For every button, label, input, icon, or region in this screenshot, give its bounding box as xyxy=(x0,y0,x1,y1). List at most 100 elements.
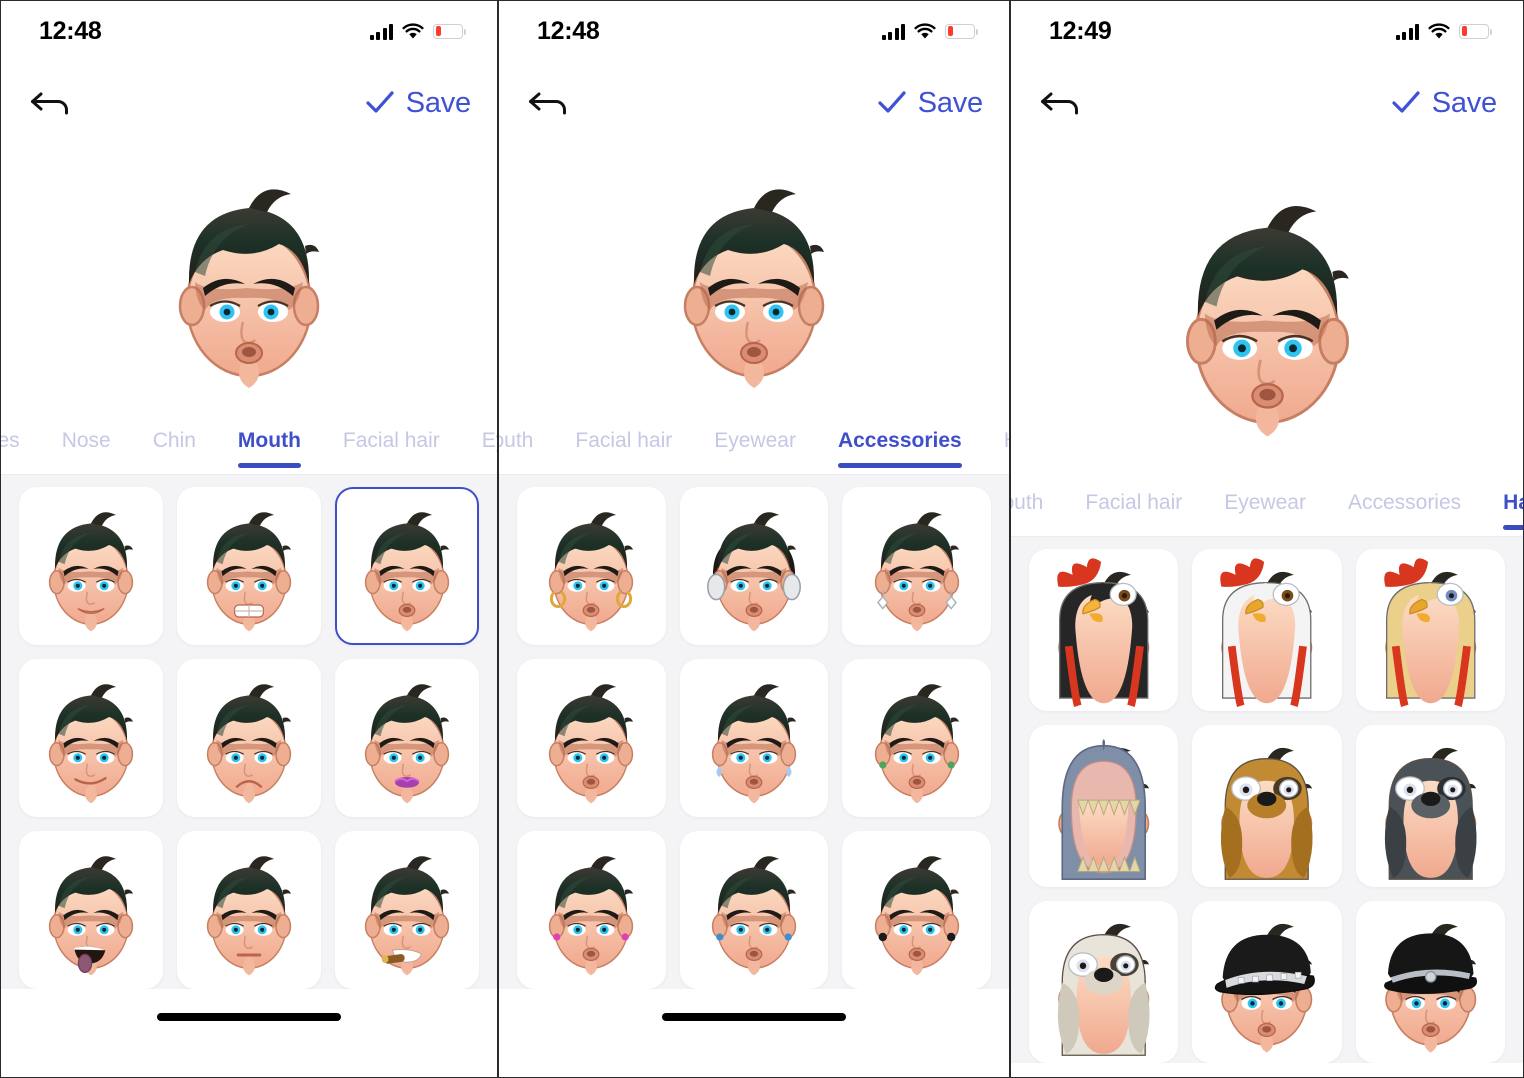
cellular-bars-icon xyxy=(369,23,393,40)
nav-bar: Save xyxy=(499,61,1009,145)
phone-screen-hat: 12:49 Save uth Facial hair Eyewear Acces… xyxy=(1010,0,1524,1078)
mouth-neutral[interactable] xyxy=(177,831,321,989)
tab-facial-hair[interactable]: Facial hair xyxy=(1085,475,1182,536)
tab-facial-hair[interactable]: Facial hair xyxy=(343,413,440,474)
hat-black-studded-cap[interactable] xyxy=(1192,901,1342,1063)
back-button[interactable] xyxy=(1033,79,1089,127)
mouth-smirk[interactable] xyxy=(19,659,163,817)
status-icons xyxy=(369,23,466,40)
mouth-frown[interactable] xyxy=(177,659,321,817)
accessory-blue-teardrop-earrings[interactable] xyxy=(679,659,829,817)
tab-mouth[interactable]: Mouth xyxy=(237,413,301,474)
save-button[interactable]: Save xyxy=(1391,87,1497,120)
accessory-gold-hoop-earrings[interactable] xyxy=(517,487,666,645)
battery-low-icon xyxy=(1459,23,1492,39)
status-icons xyxy=(1395,23,1492,40)
save-button[interactable]: Save xyxy=(365,87,471,120)
options-scroll-area[interactable] xyxy=(1011,537,1523,1063)
cellular-bars-icon xyxy=(1395,23,1419,40)
tab-yes[interactable]: yes xyxy=(1,413,20,474)
status-icons xyxy=(881,23,978,40)
mouth-purple-lipstick[interactable] xyxy=(335,659,479,817)
tab-accessories[interactable]: Accessories xyxy=(1348,475,1461,536)
back-button[interactable] xyxy=(521,79,577,127)
mouth-tongue-out[interactable] xyxy=(19,831,163,989)
accessory-blue-stud-earrings[interactable] xyxy=(679,831,829,989)
tab-nose[interactable]: Nose xyxy=(62,413,111,474)
wifi-icon xyxy=(1428,23,1450,40)
status-bar: 12:49 xyxy=(1011,1,1523,61)
cellular-bars-icon xyxy=(881,23,905,40)
accessory-pink-stud-earrings[interactable] xyxy=(517,831,666,989)
tab-accessories[interactable]: Accessories xyxy=(837,413,962,474)
wifi-icon xyxy=(402,23,424,40)
status-time: 12:48 xyxy=(39,16,102,45)
options-grid-accessories xyxy=(499,487,1009,989)
phone-screen-mouth: 12:48 Save s Nose Chin Mouth Facial hair… xyxy=(0,0,498,1078)
home-indicator-area xyxy=(1,989,497,1045)
mouth-cigar-grin[interactable] xyxy=(335,831,479,989)
home-indicator[interactable] xyxy=(157,1013,341,1021)
options-scroll-area[interactable] xyxy=(499,475,1009,989)
home-indicator-area xyxy=(1011,1063,1523,1077)
avatar-preview xyxy=(1011,145,1523,475)
back-button[interactable] xyxy=(23,79,79,127)
hat-black-chain-cap[interactable] xyxy=(1355,901,1505,1063)
category-tab-bar[interactable]: Mouth Facial hair Eyewear Accessories Hat xyxy=(1011,475,1523,537)
nav-bar: Save xyxy=(1,61,497,145)
wifi-icon xyxy=(914,23,936,40)
battery-low-icon xyxy=(945,23,978,39)
save-button[interactable]: Save xyxy=(877,87,983,120)
tab-hat[interactable]: Hat xyxy=(1503,475,1523,536)
status-bar: 12:48 xyxy=(499,1,1009,61)
hat-black-rooster-hood[interactable] xyxy=(1029,549,1179,711)
tab-hat[interactable]: Hat xyxy=(1004,413,1009,474)
tab-eyewear[interactable]: Eyewear xyxy=(1224,475,1306,536)
battery-low-icon xyxy=(433,23,466,39)
hat-yellow-rooster-hood[interactable] xyxy=(1355,549,1505,711)
checkmark-icon xyxy=(878,91,906,113)
status-time: 12:49 xyxy=(1049,16,1112,45)
options-grid-hat xyxy=(1011,549,1523,1063)
hat-grey-dog-hood[interactable] xyxy=(1355,725,1505,887)
home-indicator[interactable] xyxy=(662,1013,846,1021)
accessory-black-stud-earrings[interactable] xyxy=(842,831,991,989)
hat-shark-hood[interactable] xyxy=(1029,725,1179,887)
hat-brown-dog-hood[interactable] xyxy=(1192,725,1342,887)
accessory-green-stud-earrings[interactable] xyxy=(842,659,991,817)
category-tab-bar[interactable]: Mouth Facial hair Eyewear Accessories Hat xyxy=(499,413,1009,475)
tab-chin[interactable]: Chin xyxy=(153,413,196,474)
checkmark-icon xyxy=(1392,91,1420,113)
tabs-mouth: yes Nose Chin Mouth Facial hair Eyewea xyxy=(1,413,497,474)
save-label: Save xyxy=(1431,86,1498,119)
hat-white-dog-hood[interactable] xyxy=(1029,901,1179,1063)
accessory-none[interactable] xyxy=(517,659,666,817)
hat-white-rooster-hood[interactable] xyxy=(1192,549,1342,711)
tab-eyewea[interactable]: Eyewea xyxy=(482,413,497,474)
nav-bar: Save xyxy=(1011,61,1523,145)
save-label: Save xyxy=(917,86,984,119)
mouth-pursed-lips[interactable] xyxy=(335,487,479,645)
status-bar: 12:48 xyxy=(1,1,497,61)
mouth-smile[interactable] xyxy=(19,487,163,645)
mouth-gritted-teeth[interactable] xyxy=(177,487,321,645)
tabs-hat: Mouth Facial hair Eyewear Accessories Hat xyxy=(1011,475,1523,536)
tab-facial-hair[interactable]: Facial hair xyxy=(575,413,672,474)
home-indicator-area xyxy=(499,989,1009,1045)
accessory-silver-diamond-earrings[interactable] xyxy=(842,487,991,645)
tab-mouth[interactable]: Mouth xyxy=(499,413,533,474)
phone-screen-accessories: 12:48 Save uth Facial hair Eyewear Acces… xyxy=(498,0,1010,1078)
status-time: 12:48 xyxy=(537,16,600,45)
tab-mouth[interactable]: Mouth xyxy=(1011,475,1043,536)
checkmark-icon xyxy=(366,91,394,113)
tabs-accessories: Mouth Facial hair Eyewear Accessories Hat xyxy=(499,413,1009,474)
avatar-preview xyxy=(1,145,497,413)
screenshot-triptych: 12:48 Save s Nose Chin Mouth Facial hair… xyxy=(0,0,1524,1078)
avatar-preview xyxy=(499,145,1009,413)
save-label: Save xyxy=(405,86,472,119)
tab-eyewear[interactable]: Eyewear xyxy=(714,413,796,474)
options-grid-mouth xyxy=(1,487,497,989)
category-tab-bar[interactable]: yes Nose Chin Mouth Facial hair Eyewea xyxy=(1,413,497,475)
accessory-white-headphones[interactable] xyxy=(679,487,829,645)
options-scroll-area[interactable] xyxy=(1,475,497,989)
